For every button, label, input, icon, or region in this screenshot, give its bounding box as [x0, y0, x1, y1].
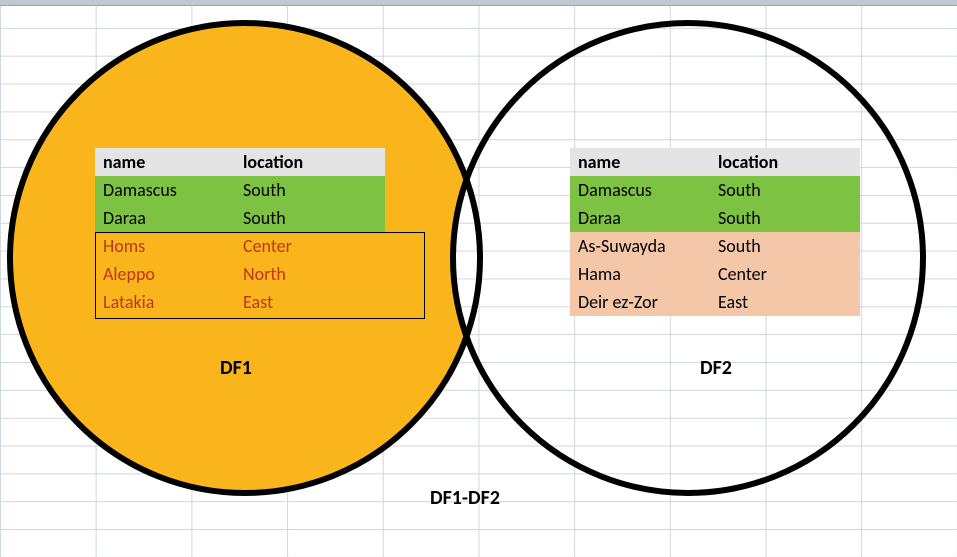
venn-diagram-stage: name location Damascus South Daraa South… — [0, 0, 957, 557]
table-row: Deir ez-Zor East — [570, 288, 860, 316]
cell-location: East — [710, 288, 860, 316]
df2-col-name: name — [570, 148, 710, 176]
cell-name: Aleppo — [95, 260, 235, 288]
table-row: Homs Center — [95, 232, 385, 260]
df2-header-row: name location — [570, 148, 860, 176]
center-label: DF1-DF2 — [430, 486, 500, 510]
table-row: Aleppo North — [95, 260, 385, 288]
cell-name: Hama — [570, 260, 710, 288]
table-row: Daraa South — [570, 204, 860, 232]
df1-table: name location Damascus South Daraa South… — [95, 148, 385, 316]
table-row: As-Suwayda South — [570, 232, 860, 260]
table-row: Daraa South — [95, 204, 385, 232]
cell-name: Latakia — [95, 288, 235, 316]
cell-name: Damascus — [570, 176, 710, 204]
cell-location: South — [235, 204, 385, 232]
cell-location: Center — [235, 232, 385, 260]
df2-label: DF2 — [700, 356, 732, 380]
df1-label: DF1 — [220, 356, 252, 380]
cell-name: Daraa — [95, 204, 235, 232]
df1-col-name: name — [95, 148, 235, 176]
cell-location: East — [235, 288, 385, 316]
cell-location: South — [710, 232, 860, 260]
cell-name: Homs — [95, 232, 235, 260]
df2-table: name location Damascus South Daraa South… — [570, 148, 860, 316]
cell-location: North — [235, 260, 385, 288]
cell-location: Center — [710, 260, 860, 288]
table-row: Damascus South — [570, 176, 860, 204]
cell-location: South — [710, 176, 860, 204]
df2-col-location: location — [710, 148, 860, 176]
cell-location: South — [235, 176, 385, 204]
cell-name: Deir ez-Zor — [570, 288, 710, 316]
cell-name: Daraa — [570, 204, 710, 232]
table-row: Damascus South — [95, 176, 385, 204]
cell-name: As-Suwayda — [570, 232, 710, 260]
df1-header-row: name location — [95, 148, 385, 176]
table-row: Latakia East — [95, 288, 385, 316]
cell-location: South — [710, 204, 860, 232]
cell-name: Damascus — [95, 176, 235, 204]
df1-col-location: location — [235, 148, 385, 176]
table-row: Hama Center — [570, 260, 860, 288]
